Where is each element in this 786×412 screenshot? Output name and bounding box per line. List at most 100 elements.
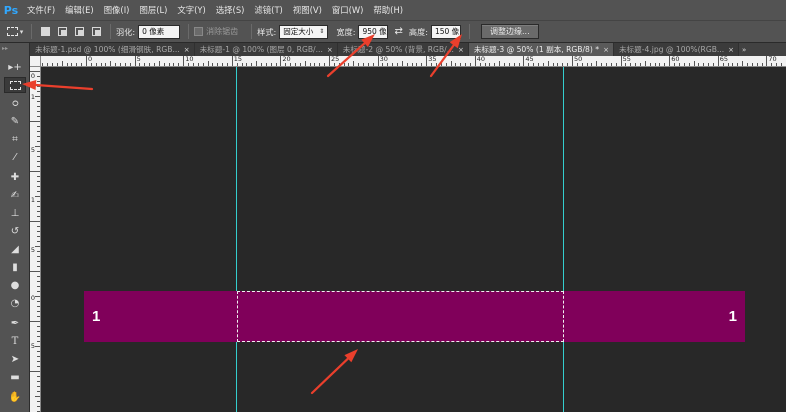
tab-overflow-icon[interactable]: » [739, 43, 749, 56]
menu-window[interactable]: 窗口(W) [327, 0, 369, 20]
ruler-tick [460, 63, 462, 66]
ruler-tick [382, 63, 384, 66]
pen-tool[interactable]: ✒ [4, 315, 26, 331]
ruler-tick [236, 63, 238, 66]
ruler-tick [163, 63, 165, 66]
tab-document-5[interactable]: 未标题-4.jpg @ 100%(RGB... × [613, 43, 740, 56]
menu-filter[interactable]: 滤镜(T) [249, 0, 287, 20]
divider [468, 24, 470, 39]
dodge-tool[interactable]: ◔ [4, 295, 26, 311]
close-icon[interactable]: × [184, 46, 190, 54]
ruler-tick [591, 63, 593, 66]
ruler-tick [30, 121, 40, 122]
feather-input[interactable]: 0 像素 [138, 24, 181, 39]
vertical-guide-right[interactable] [563, 67, 564, 412]
menu-image[interactable]: 图像(I) [99, 0, 135, 20]
path-selection-tool[interactable]: ➤ [4, 351, 26, 367]
vertical-ruler[interactable]: 0151505 [30, 67, 41, 412]
new-selection-button[interactable] [39, 25, 52, 38]
ruler-tick [207, 61, 209, 66]
ruler-tick [202, 63, 204, 66]
close-icon[interactable]: × [728, 46, 734, 54]
ruler-tick-label: 1 [30, 196, 36, 204]
menu-type[interactable]: 文字(Y) [172, 0, 210, 20]
history-brush-tool[interactable]: ↺ [4, 223, 26, 239]
ruler-tick [37, 216, 40, 217]
add-to-selection-button[interactable] [56, 25, 69, 38]
eraser-tool[interactable]: ◢ [4, 241, 26, 257]
crop-tool[interactable]: ⌗ [4, 131, 26, 147]
ruler-tick [625, 63, 627, 66]
clone-stamp-tool[interactable]: ⊥ [4, 205, 26, 221]
ruler-tick [76, 63, 78, 66]
rectangle-tool[interactable]: ▬ [4, 369, 26, 385]
ruler-tick [698, 63, 700, 66]
tab-document-2[interactable]: 未标题-1 @ 100% (图层 0, RGB/... × [194, 43, 338, 56]
lasso-tool[interactable]: ഠ [4, 95, 26, 111]
blur-tool[interactable]: ● [4, 277, 26, 293]
ruler-tick [659, 63, 661, 66]
brush-icon: ✍ [10, 189, 20, 201]
subtract-from-selection-button[interactable] [73, 25, 86, 38]
move-tool[interactable]: ▸+ [4, 59, 26, 75]
ruler-tick [47, 63, 49, 66]
ruler-tick [30, 271, 40, 272]
tab-document-1[interactable]: 未标题-1.psd @ 100% (细滑钢肤, RGB... × [30, 43, 195, 56]
close-icon[interactable]: × [603, 46, 609, 54]
ruler-tick [86, 56, 87, 66]
menu-view[interactable]: 视图(V) [288, 0, 327, 20]
marquee-selection[interactable] [237, 291, 564, 342]
brush-tool[interactable]: ✍ [4, 187, 26, 203]
ruler-tick [465, 63, 467, 66]
ruler-tick [649, 63, 651, 66]
move-icon: ▸+ [8, 61, 22, 73]
ruler-tick [640, 63, 642, 66]
antialias-checkbox[interactable] [194, 27, 204, 36]
healing-brush-tool[interactable]: ✚ [4, 169, 26, 185]
tab-document-4-active[interactable]: 未标题-3 @ 50% (1 副本, RGB/8) * × [468, 43, 614, 56]
vertical-guide-left[interactable] [236, 67, 237, 412]
tool-preset-picker[interactable]: ▾ [4, 23, 26, 40]
menu-layer[interactable]: 图层(L) [134, 0, 172, 20]
ruler-tick [528, 63, 530, 66]
close-icon[interactable]: × [458, 46, 464, 54]
ruler-tick [37, 376, 40, 377]
menu-edit[interactable]: 编辑(E) [60, 0, 99, 20]
width-input[interactable]: 950 像 [358, 24, 389, 39]
close-icon[interactable]: × [327, 46, 333, 54]
rectangular-marquee-tool[interactable] [4, 77, 26, 93]
tab-document-3[interactable]: 未标题-2 @ 50% (背景, RGB/... × [337, 43, 469, 56]
options-bar: ▾ 羽化: 0 像素 消除锯齿 样式: 固定大小 ⇕ 宽度: 950 像 ⇄ 高… [0, 20, 786, 43]
document-canvas[interactable]: 1 1 [41, 67, 786, 412]
ruler-tick [557, 63, 559, 66]
menu-select[interactable]: 选择(S) [211, 0, 250, 20]
ruler-tick [450, 61, 452, 66]
ruler-tick [37, 281, 40, 282]
hand-tool[interactable]: ✋ [4, 389, 26, 405]
height-input[interactable]: 150 像 [430, 24, 461, 39]
ruler-tick [51, 63, 53, 66]
refine-edge-button[interactable]: 调整边缘... [480, 24, 539, 39]
menu-help[interactable]: 帮助(H) [368, 0, 408, 20]
menu-file[interactable]: 文件(F) [22, 0, 60, 20]
ruler-origin[interactable] [30, 56, 41, 67]
style-select-value: 固定大小 [283, 27, 314, 36]
swap-width-height-icon[interactable]: ⇄ [394, 26, 402, 37]
ruler-tick-label: 70 [768, 56, 777, 63]
intersect-selection-button[interactable] [90, 25, 103, 38]
ruler-tick [35, 96, 40, 97]
ruler-tick [144, 63, 146, 66]
ruler-tick [751, 63, 753, 66]
ruler-tick [338, 63, 340, 66]
panel-grip-icon[interactable]: ▸▸ [2, 45, 8, 52]
ruler-tick [508, 63, 510, 66]
ruler-tick [363, 63, 365, 66]
eyedropper-tool[interactable]: ⁄ [4, 149, 26, 165]
gradient-tool[interactable]: ▮ [4, 259, 26, 275]
ruler-tick-label: 55 [622, 56, 631, 63]
horizontal-ruler[interactable]: 0 5 10 15 20 25 30 35 40 45 50 55 60 65 70 [30, 56, 786, 67]
quick-selection-tool[interactable]: ✎ [4, 113, 26, 129]
style-select[interactable]: 固定大小 ⇕ [279, 24, 329, 39]
type-tool[interactable]: T [4, 333, 26, 349]
ruler-tick [212, 63, 214, 66]
